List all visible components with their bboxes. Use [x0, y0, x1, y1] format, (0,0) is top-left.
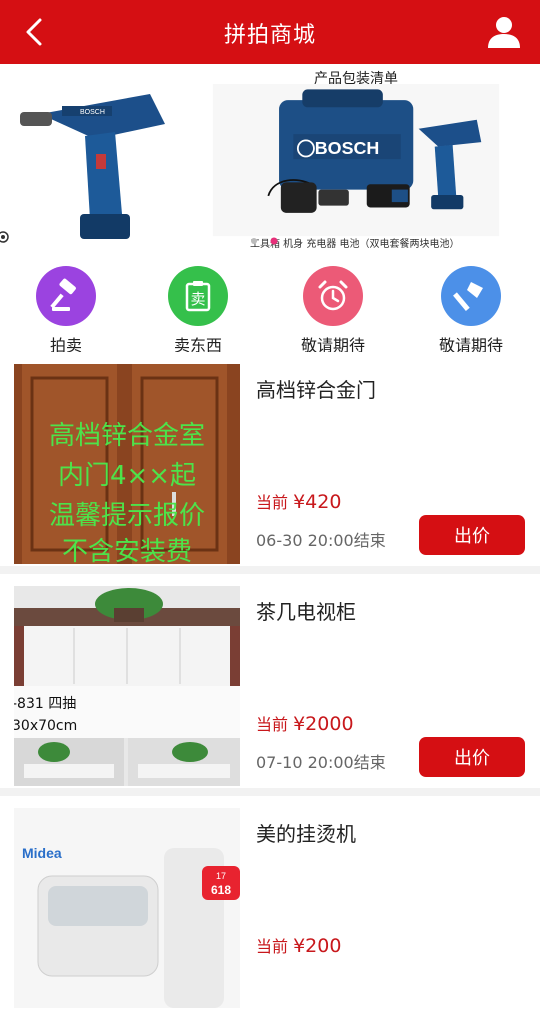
sell-tag-icon: 卖 [168, 266, 228, 326]
sell-glyph: 卖 [190, 290, 205, 308]
page-title: 拼拍商城 [223, 23, 316, 48]
overlay-line: 不含安装费 [62, 537, 192, 564]
auction-item-card[interactable]: Midea 17 618 美的挂烫机 当前 ¥200 [0, 796, 540, 1010]
axe-icon [441, 266, 501, 326]
auction-item-card[interactable]: 高档锌合金室 内门4××起 温馨提示报价 不含安装费 高档锌合金门 当前 ¥42… [0, 352, 540, 566]
top-bar: 拼拍商城 [0, 0, 540, 64]
price-value: ¥200 [293, 935, 342, 957]
drill-brand-mark: BOSCH [80, 109, 105, 116]
price-prefix: 当前 [256, 493, 294, 512]
drill-product-image: BOSCH [0, 64, 200, 256]
item-end-time: 07-10 20:00结束 [256, 753, 386, 772]
overlay-line: 温馨提示报价 [49, 501, 205, 531]
item-name: 美的挂烫机 [256, 822, 356, 846]
price-value: ¥420 [293, 491, 342, 513]
quick-item-auction[interactable]: 拍卖 [21, 266, 111, 355]
bid-button[interactable]: 出价 [419, 515, 525, 555]
banner-subcaption: 工具箱 机身 充电器 电池（双电套餐两块电池） [250, 239, 460, 250]
auction-item-card[interactable]: -831 四抽 30x70cm 茶几电视柜 当前 ¥2000 07-10 20:… [0, 574, 540, 788]
gavel-icon [36, 266, 96, 326]
overlay-line: -831 四抽 [14, 696, 76, 712]
quick-item-sell[interactable]: 卖 卖东西 [153, 266, 243, 355]
price-value: ¥2000 [293, 713, 354, 735]
item-name: 茶几电视柜 [256, 600, 356, 624]
overlay-line: 17 [216, 871, 226, 881]
item-thumbnail: Midea 17 618 [14, 808, 240, 1008]
product-banner[interactable]: BOSCH 产品包装清单 BOSCH 工具箱 机身 充电器 电池（双电套餐两块电… [0, 64, 540, 256]
user-profile-icon[interactable] [484, 12, 524, 52]
price-prefix: 当前 [256, 937, 294, 956]
item-price: 当前 ¥420 [256, 489, 341, 513]
item-thumbnail: -831 四抽 30x70cm [14, 586, 240, 786]
price-prefix: 当前 [256, 715, 294, 734]
quick-menu: 拍卖 卖 卖东西 敬请期待 敬请期待 [0, 256, 540, 355]
bid-button[interactable]: 出价 [419, 737, 525, 777]
overlay-line: Midea [22, 845, 62, 861]
quick-item-coming-soon-2[interactable]: 敬请期待 [426, 266, 516, 355]
toolbox-product-image: BOSCH [212, 84, 500, 237]
overlay-line: 618 [211, 883, 231, 897]
overlay-line: 30x70cm [14, 718, 77, 734]
quick-item-coming-soon-1[interactable]: 敬请期待 [288, 266, 378, 355]
overlay-line: 高档锌合金室 [49, 421, 205, 451]
banner-indicator-icon [0, 231, 9, 243]
item-thumbnail: 高档锌合金室 内门4××起 温馨提示报价 不含安装费 [14, 364, 240, 564]
overlay-line: 内门4××起 [58, 461, 196, 491]
toolbox-brand: BOSCH [315, 138, 380, 158]
item-name: 高档锌合金门 [256, 378, 376, 402]
item-price: 当前 ¥2000 [256, 711, 354, 735]
item-price: 当前 ¥200 [256, 933, 341, 957]
item-end-time: 06-30 20:00结束 [256, 531, 386, 550]
alarm-clock-icon [303, 266, 363, 326]
banner-pager-dots[interactable] [250, 237, 280, 245]
